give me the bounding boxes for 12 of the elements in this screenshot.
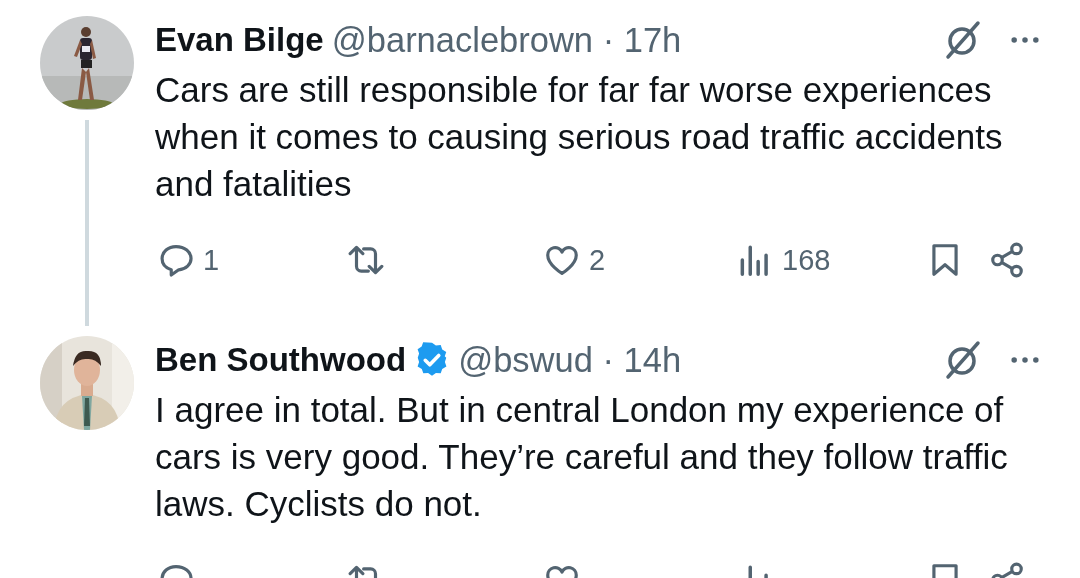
post-text: I agree in total. But in central London my experience of cars is very good. They’re careful and they follow traffic laws. Cyclists do not. (155, 389, 1009, 525)
author-name[interactable]: Evan Bilge (155, 21, 324, 59)
author-name[interactable]: Ben Southwood (155, 341, 407, 379)
view-count: 168 (782, 243, 831, 277)
handle-and-time[interactable]: @bswud · 14h (458, 340, 682, 380)
like-count: 2 (589, 243, 606, 277)
post-text: Cars are still responsible for far far worse experiences when it comes to causing serious road traffic accidents and fatalities (155, 69, 1004, 205)
more-icon[interactable] (1010, 355, 1040, 365)
more-icon[interactable] (1010, 35, 1040, 45)
reply-count: 1 (203, 243, 220, 277)
handle-and-time[interactable]: @barnaclebrown · 17h (331, 20, 682, 60)
share-icon[interactable] (988, 241, 1026, 279)
